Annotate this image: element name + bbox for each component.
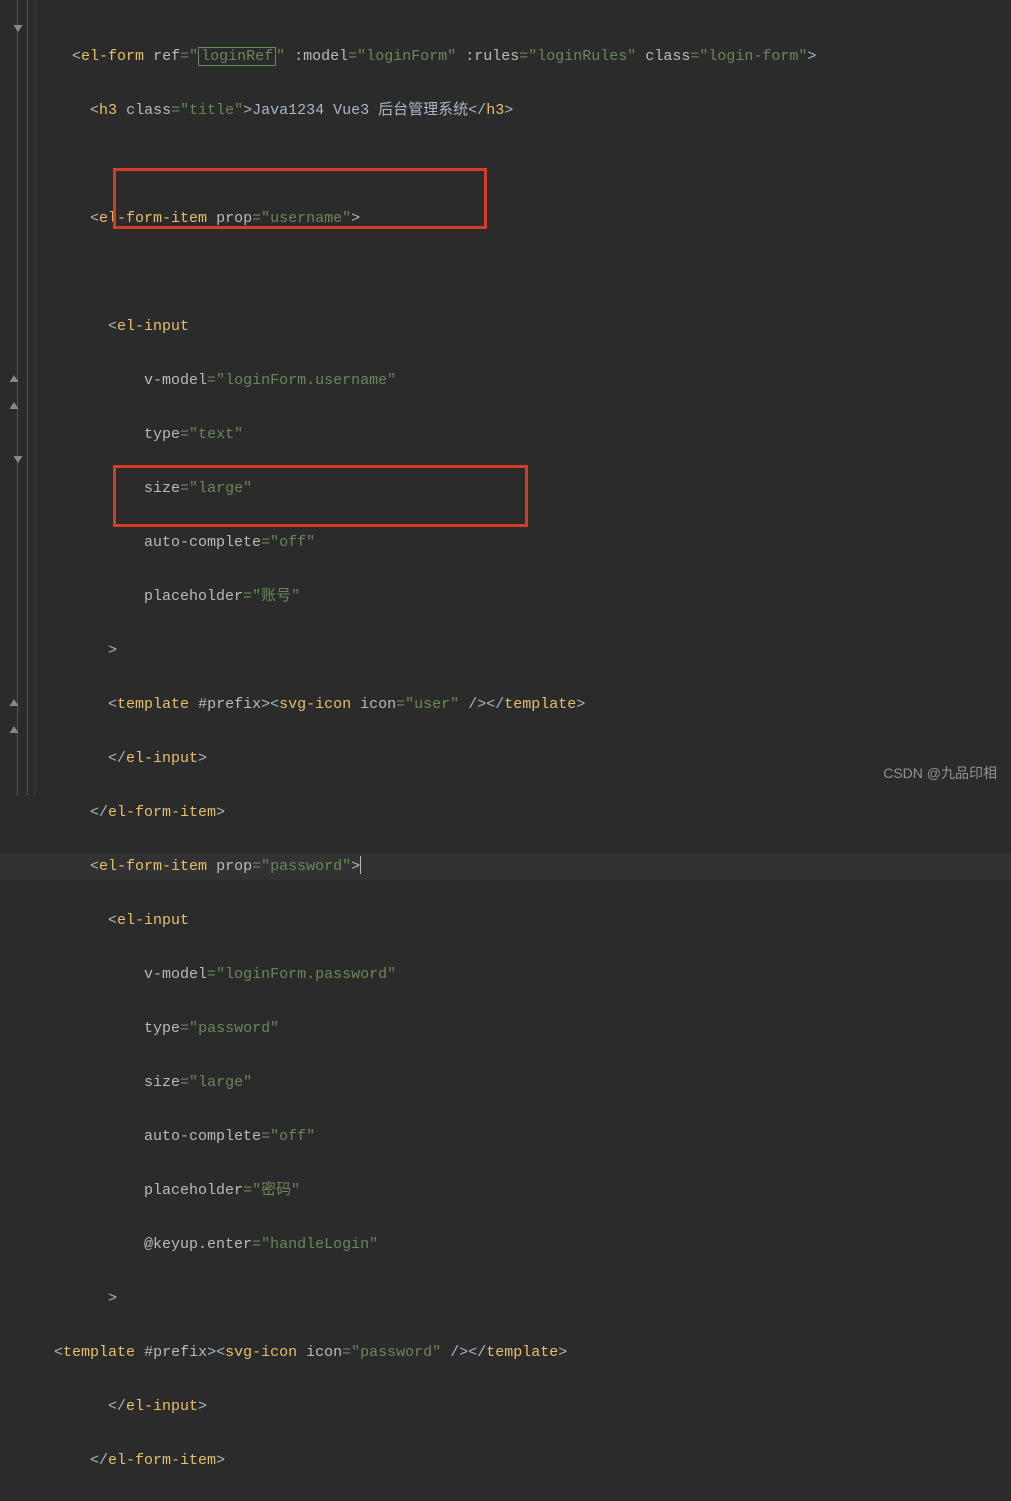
code-editor[interactable]: <el-form ref="loginRef" :model="loginFor… [36, 16, 1011, 1501]
code-line[interactable]: @keyup.enter="handleLogin" [36, 1231, 1011, 1258]
fold-marker-icon[interactable] [9, 401, 20, 412]
fold-marker-icon[interactable] [13, 24, 24, 35]
code-line[interactable]: <el-form-item prop="username"> [36, 205, 1011, 232]
fold-marker-icon[interactable] [9, 698, 20, 709]
code-line[interactable]: > [36, 1285, 1011, 1312]
watermark-text: CSDN @九品印相 [883, 760, 997, 787]
code-line[interactable]: </el-form-item> [36, 1447, 1011, 1474]
fold-marker-icon[interactable] [9, 374, 20, 385]
code-line[interactable]: <h3 class="title">Java1234 Vue3 后台管理系统</… [36, 97, 1011, 124]
code-line[interactable] [36, 259, 1011, 286]
code-line[interactable]: placeholder="密码" [36, 1177, 1011, 1204]
code-line[interactable]: v-model="loginForm.password" [36, 961, 1011, 988]
text-cursor [360, 856, 361, 874]
code-line[interactable]: auto-complete="off" [36, 1123, 1011, 1150]
code-line[interactable]: > [36, 637, 1011, 664]
fold-marker-icon[interactable] [13, 455, 24, 466]
code-line[interactable]: placeholder="账号" [36, 583, 1011, 610]
fold-marker-icon[interactable] [9, 725, 20, 736]
code-line[interactable]: v-model="loginForm.username" [36, 367, 1011, 394]
code-line[interactable]: <el-input [36, 907, 1011, 934]
code-line[interactable]: <el-input [36, 313, 1011, 340]
code-line[interactable]: <template #prefix><svg-icon icon="passwo… [36, 1339, 1011, 1366]
code-line[interactable]: size="large" [36, 475, 1011, 502]
code-line[interactable]: auto-complete="off" [36, 529, 1011, 556]
code-line[interactable]: </el-form-item> [36, 799, 1011, 826]
code-line[interactable]: <template #prefix><svg-icon icon="user" … [36, 691, 1011, 718]
code-line[interactable]: type="password" [36, 1015, 1011, 1042]
code-line-active[interactable]: <el-form-item prop="password"> [0, 853, 1011, 880]
code-line[interactable]: type="text" [36, 421, 1011, 448]
code-line[interactable] [36, 151, 1011, 178]
code-line[interactable]: <el-form ref="loginRef" :model="loginFor… [36, 43, 1011, 70]
code-line[interactable]: </el-input> [36, 1393, 1011, 1420]
editor-gutter [0, 0, 36, 795]
code-line[interactable]: size="large" [36, 1069, 1011, 1096]
code-line[interactable]: </el-input> [36, 745, 1011, 772]
